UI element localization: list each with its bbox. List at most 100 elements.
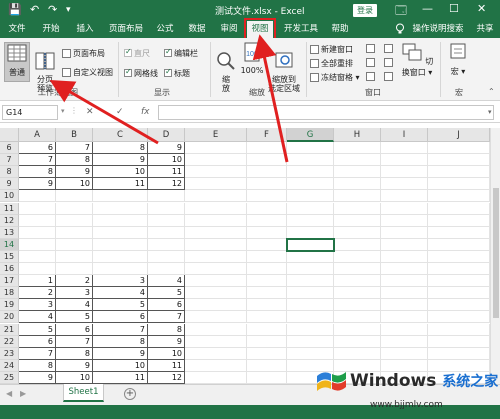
cell-j7[interactable] [428, 154, 490, 167]
hide-button[interactable] [366, 58, 377, 67]
cell-i22[interactable] [381, 335, 428, 348]
cell-h18[interactable] [334, 287, 381, 300]
cell-c15[interactable] [93, 250, 148, 263]
row-header-14[interactable]: 14 [0, 238, 19, 251]
cell-a25[interactable]: 9 [19, 371, 56, 384]
headings-checkbox[interactable]: 标题 [164, 67, 190, 79]
macros-button[interactable]: 宏 ▾ [446, 42, 470, 84]
cell-j11[interactable] [428, 202, 490, 215]
column-header-h[interactable]: H [334, 128, 381, 142]
row-header-15[interactable]: 15 [0, 250, 19, 263]
cell-d7[interactable]: 10 [148, 154, 185, 167]
cell-e16[interactable] [185, 263, 247, 276]
column-header-e[interactable]: E [185, 128, 247, 142]
row-header-22[interactable]: 22 [0, 335, 19, 348]
cell-b11[interactable] [56, 202, 93, 215]
cell-e19[interactable] [185, 299, 247, 312]
cell-f13[interactable] [247, 226, 287, 239]
cell-j8[interactable] [428, 166, 490, 179]
expand-formula-bar-icon[interactable]: ▾ [488, 108, 492, 116]
cell-d10[interactable] [148, 190, 185, 203]
cell-d17[interactable]: 4 [148, 275, 185, 288]
customize-quick-access-icon[interactable]: ▾ [66, 3, 71, 17]
cell-i10[interactable] [381, 190, 428, 203]
cell-g6[interactable] [287, 142, 334, 155]
unhide-button[interactable] [366, 72, 377, 81]
cell-i19[interactable] [381, 299, 428, 312]
cell-a16[interactable] [19, 263, 56, 276]
cell-b20[interactable]: 5 [56, 311, 93, 324]
cell-g22[interactable] [287, 335, 334, 348]
cell-e23[interactable] [185, 347, 247, 360]
cell-g12[interactable] [287, 214, 334, 227]
cell-j20[interactable] [428, 311, 490, 324]
cell-d9[interactable]: 12 [148, 178, 185, 191]
cell-e17[interactable] [185, 275, 247, 288]
cell-f19[interactable] [247, 299, 287, 312]
cell-a6[interactable]: 6 [19, 142, 56, 155]
cell-f10[interactable] [247, 190, 287, 203]
cell-a20[interactable]: 4 [19, 311, 56, 324]
tab-insert[interactable]: 插入 [72, 21, 98, 38]
cell-i15[interactable] [381, 250, 428, 263]
row-header-21[interactable]: 21 [0, 323, 19, 336]
column-header-j[interactable]: J [428, 128, 490, 142]
tab-view[interactable]: 视图 [244, 18, 276, 41]
cell-a13[interactable] [19, 226, 56, 239]
tab-review[interactable]: 审阅 [216, 21, 242, 38]
cell-h10[interactable] [334, 190, 381, 203]
select-all-corner[interactable] [0, 128, 19, 142]
cell-e24[interactable] [185, 359, 247, 372]
worksheet-grid[interactable]: A B C D E F G H I J 6 6 7 8 9 7 7 8 9 10 8 8 9 10 11 9 9 10 11 12 10 11… [0, 128, 490, 384]
column-header-a[interactable]: A [19, 128, 56, 142]
freeze-panes-button[interactable]: 冻结窗格 ▾ [310, 72, 360, 83]
cell-a23[interactable]: 7 [19, 347, 56, 360]
row-header-20[interactable]: 20 [0, 311, 19, 324]
cell-d11[interactable] [148, 202, 185, 215]
custom-views-button[interactable]: 自定义视图 [62, 67, 113, 78]
cell-f8[interactable] [247, 166, 287, 179]
reset-window-position-button[interactable] [384, 72, 395, 81]
tab-page-layout[interactable]: 页面布局 [106, 21, 146, 38]
cell-b21[interactable]: 6 [56, 323, 93, 336]
name-box-dropdown-icon[interactable]: ▾ [61, 107, 65, 115]
cell-a21[interactable]: 5 [19, 323, 56, 336]
cell-j16[interactable] [428, 263, 490, 276]
cell-f6[interactable] [247, 142, 287, 155]
column-header-b[interactable]: B [56, 128, 93, 142]
cell-e8[interactable] [185, 166, 247, 179]
cell-f22[interactable] [247, 335, 287, 348]
cell-i6[interactable] [381, 142, 428, 155]
cell-j15[interactable] [428, 250, 490, 263]
minimize-icon[interactable]: — [422, 2, 433, 15]
prev-sheet-icon[interactable]: ◀ [6, 389, 12, 398]
cell-c17[interactable]: 3 [93, 275, 148, 288]
cell-h11[interactable] [334, 202, 381, 215]
cell-a15[interactable] [19, 250, 56, 263]
cell-d13[interactable] [148, 226, 185, 239]
cell-h20[interactable] [334, 311, 381, 324]
cell-c21[interactable]: 7 [93, 323, 148, 336]
cell-b9[interactable]: 10 [56, 178, 93, 191]
cell-g17[interactable] [287, 275, 334, 288]
row-header-9[interactable]: 9 [0, 178, 19, 191]
cell-g15[interactable] [287, 250, 334, 263]
cell-j13[interactable] [428, 226, 490, 239]
cell-a10[interactable] [19, 190, 56, 203]
cell-f14[interactable] [247, 238, 287, 251]
cell-h6[interactable] [334, 142, 381, 155]
cell-e7[interactable] [185, 154, 247, 167]
formula-input[interactable] [158, 105, 494, 120]
cell-b12[interactable] [56, 214, 93, 227]
cell-c11[interactable] [93, 202, 148, 215]
cell-b18[interactable]: 3 [56, 287, 93, 300]
cell-j23[interactable] [428, 347, 490, 360]
cell-h16[interactable] [334, 263, 381, 276]
cell-i11[interactable] [381, 202, 428, 215]
cell-h23[interactable] [334, 347, 381, 360]
cell-a8[interactable]: 8 [19, 166, 56, 179]
cell-f23[interactable] [247, 347, 287, 360]
cell-d24[interactable]: 11 [148, 359, 185, 372]
cell-j12[interactable] [428, 214, 490, 227]
redo-icon[interactable]: ↷ [48, 3, 57, 17]
